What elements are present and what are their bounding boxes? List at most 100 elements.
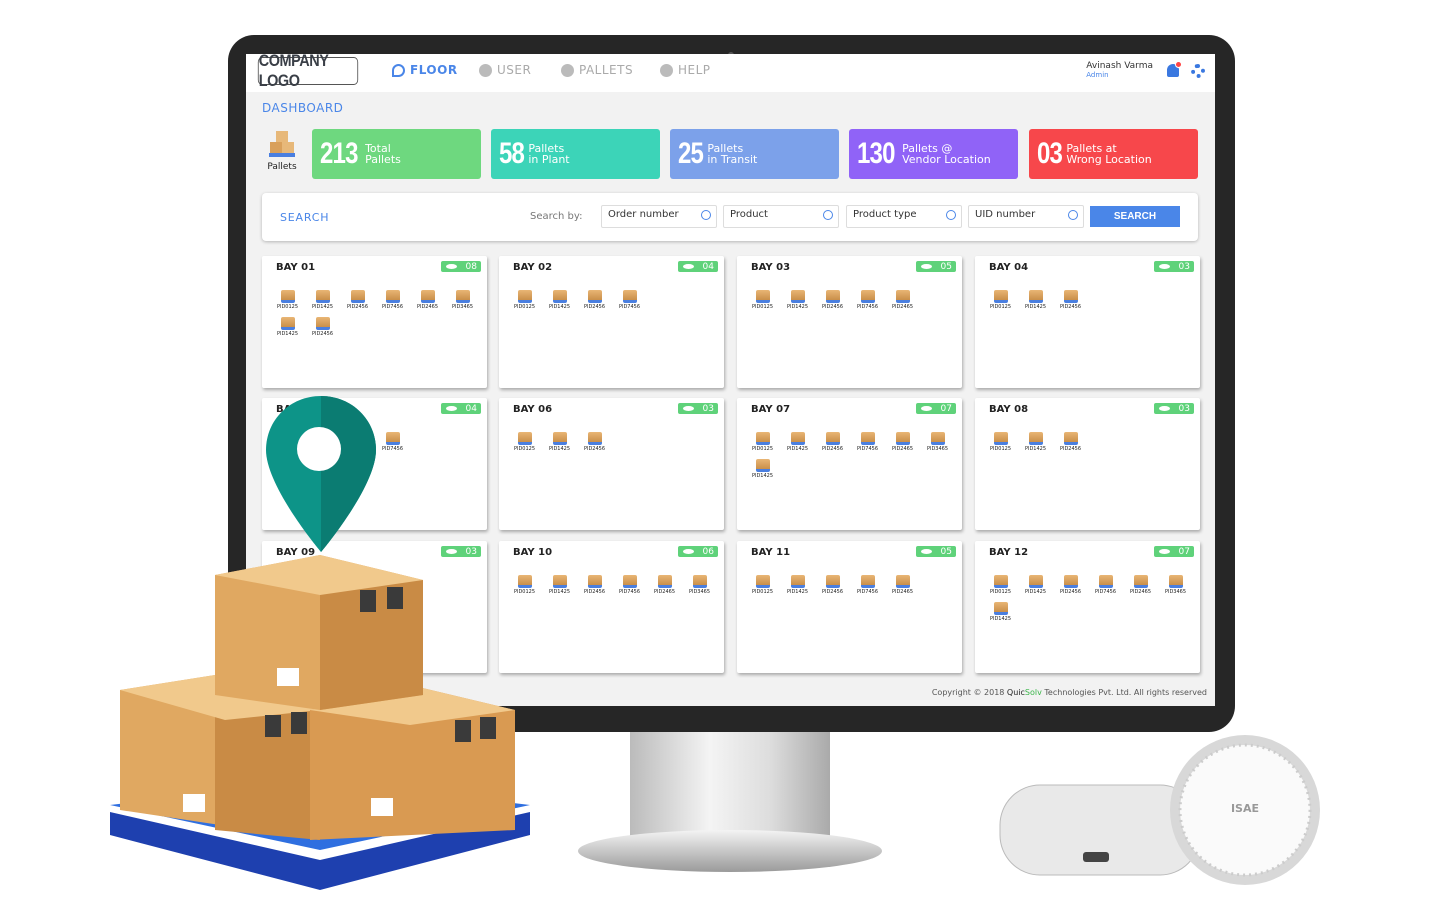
nav-help[interactable]: HELP bbox=[660, 63, 711, 77]
pallet-item[interactable]: PID0125 bbox=[983, 432, 1018, 459]
pallet-item[interactable]: PID3465 bbox=[682, 575, 717, 602]
pallet-item[interactable]: PID7456 bbox=[850, 432, 885, 459]
pallet-item[interactable]: PID7456 bbox=[850, 290, 885, 317]
eye-icon bbox=[1159, 264, 1170, 269]
pallet-item[interactable]: PID2456 bbox=[577, 432, 612, 459]
search-icon[interactable] bbox=[946, 210, 956, 220]
svg-text:ISAE: ISAE bbox=[1231, 802, 1259, 815]
pallet-item[interactable]: PID0125 bbox=[983, 575, 1018, 602]
pallet-item[interactable]: PID2465 bbox=[647, 575, 682, 602]
bay-card[interactable]: BAY 04 03 PID0125 PID1425 PID2456 bbox=[975, 256, 1200, 388]
pallet-item[interactable]: PID2456 bbox=[577, 290, 612, 317]
pallet-item[interactable]: PID1425 bbox=[542, 575, 577, 602]
pallet-item[interactable]: PID1425 bbox=[745, 459, 780, 486]
pallet-id: PID0125 bbox=[751, 304, 774, 310]
pallet-item[interactable]: PID3465 bbox=[1158, 575, 1193, 602]
pallet-item[interactable]: PID2456 bbox=[815, 432, 850, 459]
pallet-count: 05 bbox=[940, 546, 952, 557]
pallet-item[interactable]: PID2456 bbox=[815, 290, 850, 317]
uid-number-input[interactable]: UID number bbox=[968, 205, 1084, 228]
search-button[interactable]: SEARCH bbox=[1090, 206, 1180, 227]
pallet-item[interactable]: PID7456 bbox=[850, 575, 885, 602]
pallet-item[interactable]: PID1425 bbox=[1018, 432, 1053, 459]
pallet-item[interactable]: PID0125 bbox=[745, 290, 780, 317]
pallet-id: PID0125 bbox=[989, 304, 1012, 310]
pallet-item[interactable]: PID3465 bbox=[445, 290, 480, 317]
pallet-item[interactable]: PID1425 bbox=[780, 575, 815, 602]
pallet-list: PID0125 PID1425 PID2456 PID7456 PID2465 PID34… bbox=[270, 290, 485, 344]
pallet-item[interactable]: PID7456 bbox=[612, 575, 647, 602]
stat-card[interactable]: 58 Pallets in Plant bbox=[491, 129, 660, 179]
pallet-item[interactable]: PID1425 bbox=[305, 290, 340, 317]
bay-card[interactable]: BAY 06 03 PID0125 PID1425 PID2456 bbox=[499, 398, 724, 530]
pallet-id: PID1425 bbox=[1024, 304, 1047, 310]
pallet-item[interactable]: PID1425 bbox=[1018, 290, 1053, 317]
product-type-input[interactable]: Product type bbox=[846, 205, 962, 228]
pallet-item[interactable]: PID2456 bbox=[1053, 575, 1088, 602]
bay-card[interactable]: BAY 08 03 PID0125 PID1425 PID2456 bbox=[975, 398, 1200, 530]
company-logo[interactable]: COMPANY LOGO bbox=[257, 54, 359, 90]
pallet-item[interactable]: PID7456 bbox=[375, 432, 410, 459]
pallet-item[interactable]: PID0125 bbox=[745, 432, 780, 459]
pallet-id: PID2465 bbox=[1129, 589, 1152, 595]
stat-card[interactable]: 213 Total Pallets bbox=[312, 129, 481, 179]
pallet-id: PID2456 bbox=[583, 304, 606, 310]
pallet-item[interactable]: PID2465 bbox=[410, 290, 445, 317]
pallet-id: PID1425 bbox=[276, 331, 299, 337]
nav-pallets[interactable]: PALLETS bbox=[561, 63, 633, 77]
iot-sensor-devices: ISAE bbox=[999, 735, 1320, 885]
bay-card[interactable]: BAY 11 05 PID0125 PID1425 PID2456 PID7456 PID2… bbox=[737, 541, 962, 673]
bay-card[interactable]: BAY 07 07 PID0125 PID1425 PID2456 PID7456 PID2… bbox=[737, 398, 962, 530]
pallet-count: 04 bbox=[465, 403, 477, 414]
pallet-item[interactable]: PID0125 bbox=[507, 432, 542, 459]
notification-bell-icon[interactable] bbox=[1167, 61, 1182, 77]
pallet-item[interactable]: PID1425 bbox=[983, 602, 1018, 629]
pallet-item[interactable]: PID2465 bbox=[885, 290, 920, 317]
pallet-item[interactable]: PID1425 bbox=[270, 317, 305, 344]
pallet-item[interactable]: PID7456 bbox=[1088, 575, 1123, 602]
nav-user[interactable]: USER bbox=[479, 63, 531, 77]
stat-card[interactable]: 03 Pallets at Wrong Location bbox=[1029, 129, 1198, 179]
pallet-item[interactable]: PID1425 bbox=[780, 432, 815, 459]
stat-label-line2: Vendor Location bbox=[902, 153, 991, 166]
pallet-boxes-icon bbox=[385, 290, 400, 303]
bay-card[interactable]: BAY 12 07 PID0125 PID1425 PID2456 PID7456 PID2… bbox=[975, 541, 1200, 673]
search-icon[interactable] bbox=[823, 210, 833, 220]
bay-card[interactable]: BAY 03 05 PID0125 PID1425 PID2456 PID7456 PID2… bbox=[737, 256, 962, 388]
pallet-item[interactable]: PID2456 bbox=[1053, 290, 1088, 317]
pallet-item[interactable]: PID2456 bbox=[1053, 432, 1088, 459]
pallet-item[interactable]: PID1425 bbox=[1018, 575, 1053, 602]
pallet-item[interactable]: PID0125 bbox=[507, 290, 542, 317]
bay-card[interactable]: BAY 02 04 PID0125 PID1425 PID2456 PID7456 bbox=[499, 256, 724, 388]
stat-card[interactable]: 130 Pallets @ Vendor Location bbox=[849, 129, 1018, 179]
stat-card[interactable]: 25 Pallets in Transit bbox=[670, 129, 839, 179]
pallet-item[interactable]: PID1425 bbox=[542, 290, 577, 317]
user-info[interactable]: Avinash Varma Admin bbox=[1086, 62, 1153, 80]
pallet-item[interactable]: PID2456 bbox=[340, 290, 375, 317]
pallet-id: PID2465 bbox=[416, 304, 439, 310]
pallet-item[interactable]: PID2456 bbox=[577, 575, 612, 602]
pallet-item[interactable]: PID1425 bbox=[542, 432, 577, 459]
nav-floor[interactable]: FLOOR bbox=[392, 63, 458, 77]
gear-icon[interactable] bbox=[1191, 64, 1205, 78]
search-icon[interactable] bbox=[1068, 210, 1078, 220]
bay-card[interactable]: BAY 01 08 PID0125 PID1425 PID2456 PID7456 PID2… bbox=[262, 256, 487, 388]
pallet-item[interactable]: PID2465 bbox=[1123, 575, 1158, 602]
pallet-item[interactable]: PID3465 bbox=[920, 432, 955, 459]
order-number-input[interactable]: Order number bbox=[601, 205, 717, 228]
product-input[interactable]: Product bbox=[723, 205, 839, 228]
pallet-item[interactable]: PID7456 bbox=[375, 290, 410, 317]
pallet-item[interactable]: PID0125 bbox=[983, 290, 1018, 317]
pallet-item[interactable]: PID0125 bbox=[745, 575, 780, 602]
stat-label: Pallets @ Vendor Location bbox=[902, 143, 991, 165]
pallet-item[interactable]: PID7456 bbox=[612, 290, 647, 317]
pallet-item[interactable]: PID2465 bbox=[885, 575, 920, 602]
pallet-item[interactable]: PID1425 bbox=[780, 290, 815, 317]
pallet-item[interactable]: PID2465 bbox=[885, 432, 920, 459]
search-icon[interactable] bbox=[701, 210, 711, 220]
pallet-item[interactable]: PID0125 bbox=[270, 290, 305, 317]
pallet-count: 05 bbox=[940, 261, 952, 272]
pallet-item[interactable]: PID2456 bbox=[305, 317, 340, 344]
pallet-item[interactable]: PID2456 bbox=[815, 575, 850, 602]
pallet-boxes-icon bbox=[587, 290, 602, 303]
